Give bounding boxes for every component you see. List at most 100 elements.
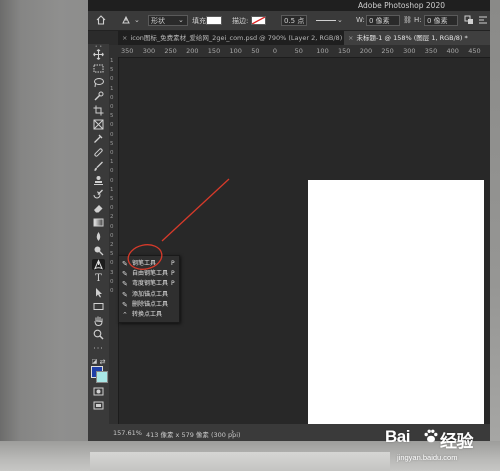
flyout-item-shortcut: P [171, 270, 175, 278]
flyout-item[interactable]: ✎ 弯度钢笔工具 P [119, 279, 179, 289]
move-tool-icon[interactable] [92, 49, 105, 60]
pen-tool-icon[interactable] [92, 259, 105, 270]
close-icon[interactable]: × [122, 34, 127, 42]
background-color-swatch[interactable] [96, 371, 108, 383]
tab-label: icon图标_免费素材_爱给网_2gei_com.psd @ 790% (Lay… [130, 34, 343, 42]
type-tool-icon[interactable]: T [92, 273, 105, 284]
history-brush-tool-icon[interactable] [92, 189, 105, 200]
ruler-tick-label: 150 [338, 47, 351, 55]
flyout-item[interactable]: ✎ 自由钢笔工具 P [119, 269, 179, 279]
ruler-tick-label: 300 [403, 47, 416, 55]
blur-tool-icon[interactable] [92, 231, 105, 242]
ruler-tick-label: 300 [142, 47, 156, 55]
gradient-tool-icon[interactable] [92, 217, 105, 228]
eyedropper-tool-icon[interactable] [92, 133, 105, 144]
ruler-tick-label: 3 [110, 269, 114, 276]
flyout-item[interactable]: ⌃ 转换点工具 [119, 310, 179, 320]
path-operations-icon[interactable] [464, 15, 474, 25]
chevron-down-icon[interactable]: ⌄ [134, 16, 140, 24]
chevron-down-icon[interactable]: ⌄ [337, 16, 343, 24]
ruler-tick-label: 2 [110, 214, 114, 221]
ruler-tick-label: 250 [381, 47, 394, 55]
ruler-tick-label: 1 [110, 58, 114, 64]
tab-icon-psd[interactable]: × icon图标_免费素材_爱给网_2gei_com.psd @ 790% (La… [118, 31, 343, 45]
fill-swatch[interactable] [206, 16, 222, 25]
flyout-item-label: 自由钢笔工具 [132, 270, 169, 278]
stroke-swatch[interactable] [251, 16, 266, 25]
ruler-tick-label: 5 [110, 140, 114, 147]
ruler-tick-label: 5 [110, 67, 114, 74]
ruler-tick-label: 400 [446, 47, 459, 55]
flyout-item-label: 弯度钢笔工具 [132, 280, 169, 288]
quick-mask-icon[interactable] [92, 386, 105, 397]
freeform-pen-icon: ✎ [122, 270, 128, 279]
clone-stamp-tool-icon[interactable] [92, 175, 105, 186]
ruler-tick-label: 150 [207, 47, 221, 55]
ruler-tick-label: 200 [186, 47, 199, 55]
background-wall-right [490, 0, 500, 471]
flyout-item-label: 添加锚点工具 [132, 290, 169, 298]
ruler-tick-label: 5 [110, 251, 114, 258]
add-anchor-icon: ✎ [122, 290, 128, 299]
ruler-tick-label: 2 [110, 242, 114, 248]
ruler-tick-label: 0 [110, 168, 114, 175]
ruler-tick-label: 350 [424, 47, 438, 55]
ruler-tick-label: 50 [294, 47, 303, 55]
healing-brush-tool-icon[interactable] [92, 147, 105, 158]
watermark: Bai 经验 jingyan.baidu.com [385, 427, 495, 467]
ruler-tick-label: 1 [110, 85, 114, 92]
width-value: 0 像素 [369, 17, 390, 25]
ruler-tick-label: 450 [468, 47, 481, 55]
eraser-tool-icon[interactable] [92, 203, 105, 214]
crop-tool-icon[interactable] [92, 105, 105, 116]
zoom-tool-icon[interactable] [92, 329, 105, 340]
tab-untitled-1[interactable]: × 未标题-1 @ 158% (图层 1, RGB/8) * [344, 31, 490, 45]
ruler-tick-label: 250 [164, 47, 177, 55]
ruler-tick-label: 0 [110, 150, 114, 156]
ruler-tick-label: 0 [272, 47, 278, 55]
link-icon[interactable]: ⛓ [403, 16, 412, 24]
flyout-item[interactable]: ✎ 删除锚点工具 [119, 300, 179, 310]
path-alignment-icon[interactable] [478, 15, 488, 25]
app-title: Adobe Photoshop 2020 [358, 1, 445, 10]
dodge-tool-icon[interactable] [92, 245, 105, 256]
canvas-area[interactable] [119, 58, 490, 427]
panel-grip[interactable]: • • [92, 44, 105, 50]
pen-tool-preset-icon[interactable] [121, 15, 131, 25]
ruler-tick-label: 0 [110, 104, 114, 110]
lasso-tool-icon[interactable] [92, 77, 105, 88]
marquee-tool-icon[interactable] [92, 63, 105, 74]
ruler-tick-label: 0 [110, 260, 114, 267]
flyout-item[interactable]: ✎ 添加锚点工具 [119, 290, 179, 300]
stroke-type-line[interactable] [316, 20, 336, 21]
ruler-tick-label: 350 [121, 47, 134, 55]
ruler-tick-label: 200 [359, 47, 373, 55]
chevron-right-icon[interactable]: › [231, 427, 234, 436]
document-canvas[interactable] [308, 180, 484, 427]
ruler-tick-label: 0 [110, 232, 114, 239]
path-selection-tool-icon[interactable] [92, 287, 105, 298]
flyout-item-label: 删除锚点工具 [132, 300, 169, 308]
close-icon[interactable]: × [348, 34, 353, 42]
w-label: W: [356, 16, 365, 24]
hand-tool-icon[interactable] [92, 315, 105, 326]
home-icon[interactable] [96, 15, 106, 25]
height-value: 0 像素 [427, 17, 448, 25]
zoom-level[interactable]: 157.61% [113, 429, 142, 437]
convert-point-icon: ⌃ [122, 311, 128, 319]
frame-tool-icon[interactable] [92, 119, 105, 130]
ruler-tick-label: 0 [110, 131, 114, 138]
more-tools-icon[interactable]: ··· [92, 343, 105, 354]
rectangle-tool-icon[interactable] [92, 301, 105, 312]
stroke-width-value: 0.5 点 [284, 17, 305, 25]
ruler-tick-label: 1 [110, 159, 114, 166]
options-bar: ⌄ 形状 ⌄ 填充: 描边: 0.5 点 ⌄ W: 0 像素 ⛓ H: 0 像素 [88, 11, 490, 31]
horizontal-ruler: 350 300 250 200 150 100 50 0 50 100 150 200 250 300 35… [118, 45, 490, 58]
screen-mode-icon[interactable] [92, 400, 105, 411]
brush-tool-icon[interactable] [92, 161, 105, 172]
title-bar: Adobe Photoshop 2020 [88, 0, 490, 11]
ruler-tick-label: 50 [251, 47, 260, 55]
ruler-tick-label: 0 [110, 288, 114, 294]
flyout-item[interactable]: ✎ 钢笔工具 P [119, 259, 179, 269]
quick-selection-tool-icon[interactable] [92, 91, 105, 102]
